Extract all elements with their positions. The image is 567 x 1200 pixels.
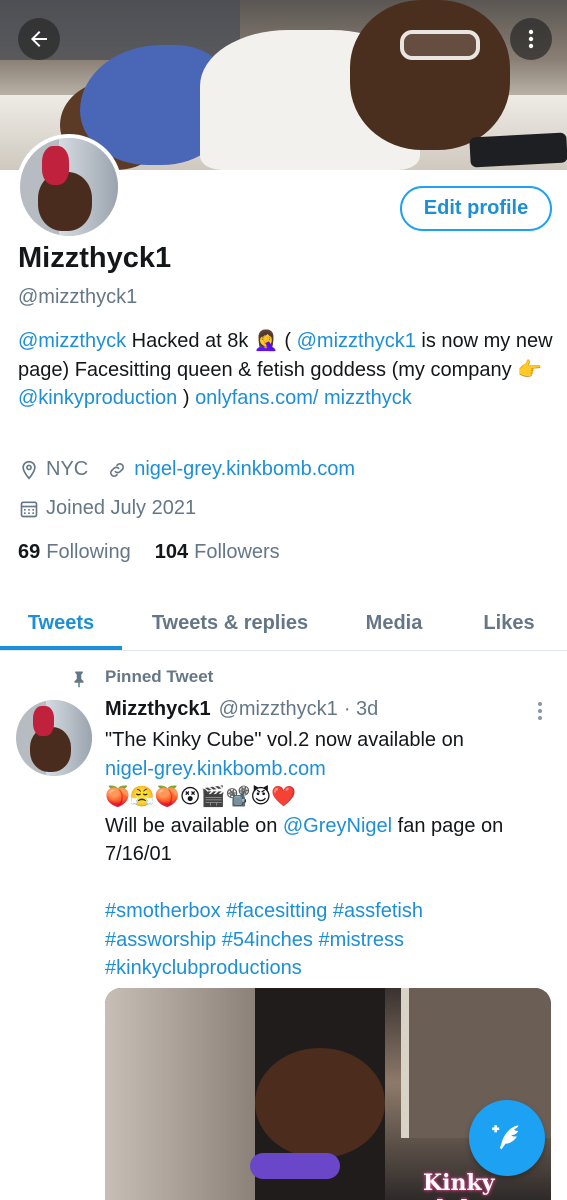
tab-media[interactable]: Media: [345, 595, 443, 651]
profile-display-name: Mizzthyck1: [18, 242, 172, 274]
calendar-icon: [18, 498, 40, 520]
edit-profile-button[interactable]: Edit profile: [400, 186, 552, 231]
bio-mention[interactable]: @mizzthyck: [18, 330, 126, 352]
more-options-button[interactable]: [510, 18, 552, 60]
tweet-author-name[interactable]: Mizzthyck1: [105, 698, 211, 721]
pinned-tweet-label: Pinned Tweet: [72, 667, 214, 688]
profile-tabs: Tweets Tweets & replies Media Likes: [0, 595, 567, 651]
tab-likes[interactable]: Likes: [465, 595, 553, 651]
followers-label: Followers: [194, 541, 280, 563]
tweet-line: Will be available on @GreyNigel fan page…: [105, 812, 555, 869]
media-art: [255, 1048, 385, 1158]
media-art: [250, 1153, 340, 1179]
following-count: 69: [18, 541, 41, 563]
back-button[interactable]: [18, 18, 60, 60]
bio-text: Hacked at 8k 🤦‍♀️ (: [126, 330, 297, 352]
profile-joined-date: Joined July 2021: [46, 497, 197, 519]
active-tab-indicator: [0, 646, 122, 650]
tweet-timestamp: · 3d: [343, 698, 379, 720]
followers-count: 104: [154, 541, 189, 563]
avatar-image: [16, 700, 92, 776]
tweet-text: "The Kinky Cube" vol.2 now available on …: [105, 726, 555, 983]
tweet-emojis: 🍑😤🍑😵🎬📽️😈❤️: [105, 786, 297, 808]
tweet-spacer: [105, 869, 555, 898]
tab-tweets[interactable]: Tweets: [0, 595, 122, 651]
profile-meta-row: NYC nigel-grey.kinkbomb.com: [18, 458, 355, 481]
media-art: [105, 988, 255, 1200]
banner-art: [469, 132, 567, 168]
more-vertical-icon: [538, 702, 542, 720]
following-link[interactable]: 69 Following: [18, 541, 131, 564]
profile-location: NYC: [46, 458, 89, 480]
avatar-image: [20, 138, 118, 236]
bio-link[interactable]: onlyfans.com/ mizzthyck: [195, 387, 412, 409]
tweet-hashtags[interactable]: #assworship #54inches #mistress: [105, 926, 555, 955]
following-label: Following: [46, 541, 131, 563]
tweet-author-handle[interactable]: @mizzthyck1: [219, 698, 338, 721]
bio-text: ): [177, 387, 196, 409]
link-icon: [106, 459, 128, 481]
pinned-label-text: Pinned Tweet: [105, 667, 214, 686]
tweet-header: Mizzthyck1 @mizzthyck1 · 3d: [105, 698, 378, 721]
banner-art: [400, 30, 480, 60]
profile-handle: @mizzthyck1: [18, 286, 138, 308]
compose-tweet-button[interactable]: [469, 1100, 545, 1176]
banner-art: [350, 0, 510, 150]
profile-avatar[interactable]: [16, 134, 122, 240]
profile-joined-row: Joined July 2021: [18, 497, 196, 520]
profile-website-link[interactable]: nigel-grey.kinkbomb.com: [134, 458, 355, 481]
tweet-hashtags[interactable]: #kinkyclubproductions: [105, 954, 555, 983]
follow-stats: 69 Following 104 Followers: [18, 541, 304, 564]
more-vertical-icon: [528, 29, 534, 49]
tweet-author-avatar[interactable]: [16, 700, 92, 776]
followers-link[interactable]: 104 Followers: [155, 541, 280, 564]
tab-tweets-replies[interactable]: Tweets & replies: [132, 595, 328, 651]
compose-feather-icon: [492, 1125, 519, 1150]
tweet-text-fragment: Will be available on: [105, 814, 283, 837]
bio-mention[interactable]: @kinkyproduction: [18, 387, 177, 409]
arrow-left-icon: [31, 31, 47, 47]
tweet-line: "The Kinky Cube" vol.2 now available on: [105, 729, 464, 751]
tweet-link[interactable]: nigel-grey.kinkbomb.com: [105, 755, 555, 784]
bio-mention[interactable]: @mizzthyck1: [297, 330, 416, 352]
tweet-more-button[interactable]: [533, 700, 547, 727]
tweet-mention[interactable]: @GreyNigel: [283, 815, 392, 837]
profile-bio: @mizzthyck Hacked at 8k 🤦‍♀️ ( @mizzthyc…: [18, 327, 553, 413]
media-caption: Kinky club: [423, 1170, 495, 1200]
pin-icon: [70, 669, 88, 694]
location-pin-icon: [18, 459, 40, 481]
tweet-hashtags[interactable]: #smotherbox #facesitting #assfetish: [105, 897, 555, 926]
